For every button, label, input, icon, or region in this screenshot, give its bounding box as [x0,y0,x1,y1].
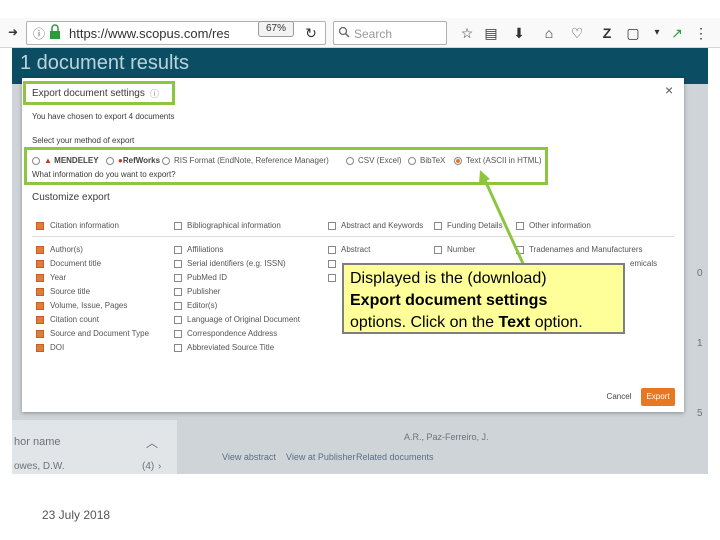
slide-date: 23 July 2018 [42,508,111,522]
callout-box: Displayed is the (download) Export docum… [342,263,625,334]
callout-line: Displayed is the (download) [350,270,547,287]
callout-line-mixed: options. Click on the Text option. [350,314,583,331]
callout-line-bold: Export document settings [350,292,548,309]
